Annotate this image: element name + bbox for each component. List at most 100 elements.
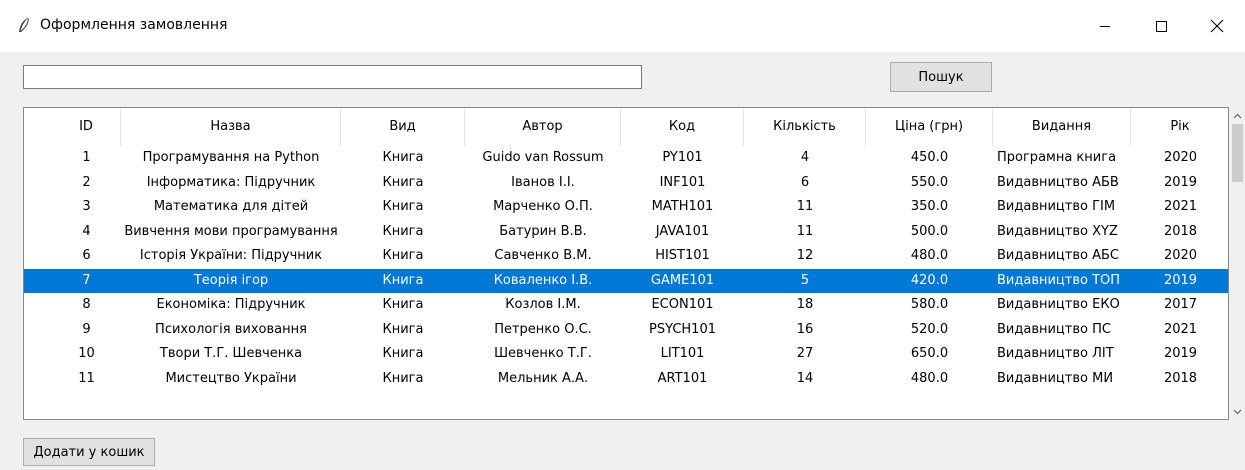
cell-quantity: 14 [796,370,814,386]
column-header-qty[interactable]: Кількість [744,108,866,146]
cell-author: Козлов І.М. [505,297,581,312]
cell-price: 420.0 [910,272,949,288]
cell-publisher: Видавництво МИ [997,370,1114,386]
column-header-year[interactable]: Рік [1131,108,1228,146]
cell-code: HIST101 [655,248,710,263]
cell-price: 580.0 [910,297,949,312]
search-button[interactable]: Пошук [890,62,992,92]
cell-name: Твори Т.Г. Шевченка [159,346,303,361]
cell-type: Книга [382,321,424,337]
chevron-up-icon [1233,108,1242,123]
cell-year: 2021 [1163,199,1198,214]
cell-year: 2019 [1163,272,1198,288]
cell-publisher: Видавництво ГІМ [997,199,1116,214]
cell-price: 520.0 [910,321,949,337]
cell-author: Мельник А.А. [497,370,589,386]
cell-quantity: 5 [800,272,810,288]
column-header-type[interactable]: Вид [341,108,465,146]
feather-icon [14,16,34,36]
column-header-name[interactable]: Назва [121,108,341,146]
cell-id: 11 [78,370,95,386]
maximize-button[interactable] [1133,0,1189,52]
cell-id: 1 [82,150,91,165]
cell-name: Теорія ігор [193,272,269,288]
cell-publisher: Видавництво ТОП [997,272,1121,288]
cell-publisher: Видавництво АБВ [997,174,1119,190]
scroll-up-button[interactable] [1229,107,1245,124]
column-header-author[interactable]: Автор [465,108,621,146]
cell-year: 2017 [1163,297,1198,312]
cell-type: Книга [382,223,424,239]
cell-id: 9 [82,321,91,337]
cell-price: 350.0 [910,199,949,214]
search-input[interactable] [23,65,642,89]
column-header-publisher[interactable]: Видання [993,108,1131,146]
close-icon [1210,19,1224,33]
cell-year: 2019 [1163,346,1198,361]
cell-year: 2019 [1163,174,1198,190]
cell-name: Економіка: Підручник [156,297,306,312]
table-header: ID Назва Вид Автор Код Кількість Ціна (грн) Вид… [24,108,1228,146]
minimize-icon [1099,20,1111,32]
cell-id: 10 [78,346,95,361]
table-row[interactable]: 10 Твори Т.Г. Шевченка Книга Шевченко Т.Г. L… [24,342,1228,367]
books-table[interactable]: ID Назва Вид Автор Код Кількість Ціна (грн) Вид… [23,107,1229,420]
cell-name: Програмування на Python [142,150,320,165]
cell-name: Вивчення мови програмування [124,223,338,239]
table-row[interactable]: 3 Математика для дітей Книга Марченко О.П. M… [24,195,1228,220]
table-row[interactable]: 1 Програмування на Python Книга Guido van R… [24,146,1228,171]
cell-code: PY101 [662,150,703,165]
cell-name: Мистецтво України [165,370,297,386]
cell-code: LIT101 [660,346,705,361]
cell-author: Коваленко І.В. [493,272,593,288]
scroll-thumb[interactable] [1232,124,1243,182]
cell-id: 6 [82,248,91,263]
cell-author: Шевченко Т.Г. [494,346,592,361]
scroll-down-button[interactable] [1229,403,1245,420]
cell-type: Книга [382,370,424,386]
column-header-code[interactable]: Код [621,108,744,146]
add-to-cart-button[interactable]: Додати у кошик [23,438,155,466]
cell-quantity: 6 [800,174,810,190]
cell-code: MATH101 [651,199,714,214]
vertical-scrollbar[interactable] [1229,107,1245,420]
chevron-down-icon [1233,404,1242,419]
table-row[interactable]: 8 Економіка: Підручник Книга Козлов І.М. ECO… [24,293,1228,318]
cell-year: 2018 [1163,370,1198,386]
cell-id: 8 [82,297,91,312]
cell-type: Книга [382,248,424,263]
table-row[interactable]: 6 Історія України: Підручник Книга Савченко… [24,244,1228,269]
table-row[interactable]: 2 Інформатика: Підручник Книга Іванов І.І. I… [24,171,1228,196]
cell-author: Марченко О.П. [493,199,593,214]
cell-code: ART101 [657,370,708,386]
cell-quantity: 27 [796,346,814,361]
column-header-id[interactable]: ID [52,108,121,146]
cell-publisher: Видавництво ЛІТ [997,346,1114,361]
column-header-price[interactable]: Ціна (грн) [866,108,993,146]
minimize-button[interactable] [1077,0,1133,52]
cell-author: Петренко О.С. [494,321,592,337]
cell-quantity: 12 [796,248,814,263]
cell-quantity: 11 [796,223,814,239]
cell-year: 2020 [1163,150,1198,165]
table-row[interactable]: 9 Психологія виховання Книга Петренко О.С. P… [24,318,1228,343]
cell-id: 2 [82,174,91,190]
cell-id: 3 [82,199,91,214]
cell-price: 480.0 [910,248,949,263]
table-row[interactable]: 11 Мистецтво України Книга Мельник А.А. ART1… [24,367,1228,392]
table-row[interactable]: 7 Теорія ігор Книга Коваленко І.В. GAME101 5 4… [24,268,1228,293]
cell-type: Книга [382,199,424,214]
cell-name: Математика для дітей [153,199,309,214]
title-bar[interactable]: Оформлення замовлення [0,0,1245,52]
cell-type: Книга [382,297,424,312]
cell-quantity: 11 [796,199,814,214]
cell-code: JAVA101 [655,223,710,239]
cell-author: Guido van Rossum [482,150,604,165]
cell-name: Історія України: Підручник [139,248,323,263]
cell-id: 4 [82,223,91,239]
cell-publisher: Видавництво XYZ [997,223,1118,239]
cell-price: 480.0 [910,370,949,386]
cell-price: 450.0 [910,150,949,165]
table-row[interactable]: 4 Вивчення мови програмування Книга Батурин… [24,220,1228,245]
close-button[interactable] [1189,0,1245,52]
